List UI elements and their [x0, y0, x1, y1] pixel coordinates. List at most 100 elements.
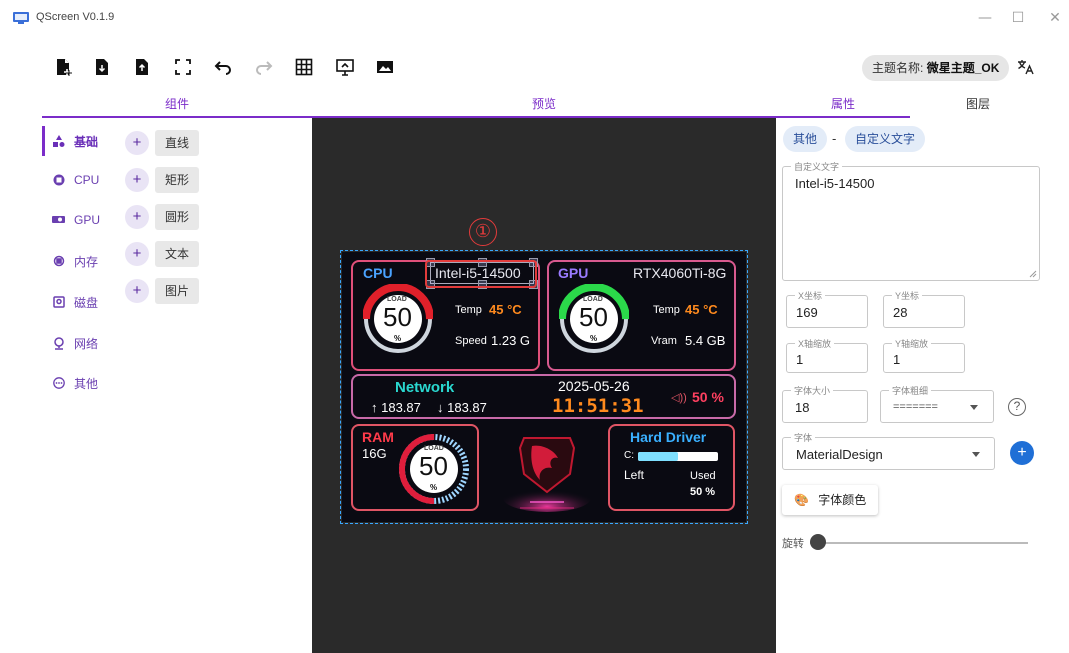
- undo-icon[interactable]: [212, 56, 234, 78]
- add-rect-button[interactable]: +: [125, 168, 149, 192]
- sidebar-item-label: 内存: [74, 254, 99, 269]
- tab-properties[interactable]: 属性: [776, 92, 910, 118]
- gpu-temp-value: 45 °C: [685, 302, 718, 317]
- chevron-down-icon: [970, 405, 978, 410]
- y-legend: Y坐标: [892, 289, 923, 302]
- volume-icon: ◁)): [671, 392, 687, 404]
- cpu-load-unit: %: [394, 334, 402, 343]
- cpu-title: CPU: [363, 265, 393, 281]
- gpu-title: GPU: [558, 265, 589, 281]
- chip-other[interactable]: 其他: [783, 126, 828, 152]
- y-coordinate-field[interactable]: Y坐标 28: [883, 289, 965, 328]
- app-window: QScreen V0.1.9 — ☐ ✕ 主题名称: 微星主题_OK 组件 预览…: [0, 0, 1069, 653]
- font-legend: 字体: [791, 431, 816, 444]
- disk-drive-label: C:: [624, 450, 634, 461]
- ram-card[interactable]: RAM 16G LOAD 50 %: [351, 424, 479, 511]
- sidebar-item-label: 其他: [74, 376, 99, 391]
- tab-preview[interactable]: 预览: [312, 92, 776, 118]
- gpu-vram-label: Vram: [651, 335, 677, 347]
- y-scale-value: 1: [893, 352, 901, 367]
- network-title: Network: [395, 379, 455, 396]
- add-line-button[interactable]: +: [125, 131, 149, 155]
- import-icon[interactable]: [91, 56, 113, 78]
- maximize-button[interactable]: ☐: [1008, 9, 1028, 27]
- annotation-box-1: [425, 260, 537, 288]
- chip-custom-text[interactable]: 自定义文字: [845, 126, 926, 152]
- sidebar-item-other[interactable]: 其他: [42, 368, 112, 398]
- translate-icon[interactable]: [1016, 58, 1040, 78]
- add-text-button[interactable]: +: [125, 242, 149, 266]
- font-color-button[interactable]: 🎨 字体颜色: [782, 485, 879, 515]
- component-line[interactable]: 直线: [155, 130, 200, 156]
- volume-value: 50 %: [692, 389, 724, 405]
- network-card[interactable]: Network ↑ 183.87 ↓ 183.87 2025-05-26 11:…: [351, 374, 736, 419]
- component-circle[interactable]: 圆形: [155, 204, 200, 230]
- add-font-button[interactable]: +: [1010, 441, 1034, 465]
- shapes-icon: [52, 134, 66, 148]
- ram-load-value: 50: [419, 451, 448, 481]
- font-family-value: MaterialDesign: [796, 447, 883, 462]
- component-text[interactable]: 文本: [155, 241, 200, 267]
- disk-used-label: Used: [690, 470, 716, 482]
- component-image[interactable]: 图片: [155, 278, 200, 304]
- toolbar: 主题名称: 微星主题_OK: [40, 48, 1050, 86]
- date-text: 2025-05-26: [558, 378, 630, 394]
- y-scale-field[interactable]: Y轴缩放 1: [883, 337, 965, 373]
- monitor-icon[interactable]: [334, 56, 356, 78]
- component-rect[interactable]: 矩形: [155, 167, 200, 193]
- rotate-slider-track[interactable]: [810, 542, 1028, 544]
- ram-size: 16G: [362, 446, 387, 461]
- sidebar-item-disk[interactable]: 磁盘: [42, 287, 112, 317]
- rotate-slider-thumb[interactable]: [810, 534, 826, 550]
- disk-icon: [52, 295, 66, 309]
- new-file-icon[interactable]: [52, 56, 74, 78]
- sidebar-item-network[interactable]: 网络: [42, 328, 112, 358]
- cpu-icon: [52, 173, 66, 187]
- main-tabs: 组件 预览 属性 图层: [42, 92, 1046, 118]
- disk-left-label: Left: [624, 468, 645, 482]
- components-panel: 基础 CPU GPU 内存 磁盘 网络 其他 + 直线 + 矩形 + 圆形 + …: [42, 118, 312, 653]
- sidebar-item-cpu[interactable]: CPU: [42, 165, 112, 195]
- help-icon[interactable]: ?: [1008, 398, 1026, 416]
- rotate-label: 旋转: [782, 538, 804, 550]
- redo-icon[interactable]: [253, 56, 275, 78]
- theme-name: 微星主题_OK: [926, 61, 1000, 75]
- x-value: 169: [796, 305, 818, 320]
- x-coordinate-field[interactable]: X坐标 169: [786, 289, 868, 328]
- tab-components[interactable]: 组件: [42, 92, 312, 118]
- sidebar-item-label: GPU: [74, 213, 101, 227]
- y-value: 28: [893, 305, 908, 320]
- add-image-button[interactable]: +: [125, 279, 149, 303]
- export-icon[interactable]: [131, 56, 153, 78]
- screen-canvas[interactable]: CPU Intel-i5-14500 LOAD 50 % Temp 45 °C …: [340, 250, 748, 524]
- x-scale-field[interactable]: X轴缩放 1: [786, 337, 868, 373]
- font-weight-select[interactable]: 字体粗细 =======: [880, 384, 994, 423]
- theme-name-chip[interactable]: 主题名称: 微星主题_OK: [862, 55, 1010, 81]
- font-size-field[interactable]: 字体大小 18: [782, 384, 868, 423]
- grid-icon[interactable]: [293, 56, 315, 78]
- more-icon: [52, 376, 66, 390]
- font-size-legend: 字体大小: [791, 384, 834, 397]
- image-icon[interactable]: [374, 56, 396, 78]
- gpu-card[interactable]: GPU RTX4060Ti-8G LOAD 50 % Temp 45 °C Vr…: [547, 260, 736, 371]
- window-title: QScreen V0.1.9: [36, 11, 115, 23]
- disk-card[interactable]: Hard Driver C: Left Used 50 %: [608, 424, 735, 511]
- title-bar: QScreen V0.1.9 — ☐ ✕: [0, 0, 1069, 36]
- resize-grip-icon[interactable]: [1029, 270, 1037, 278]
- fullscreen-icon[interactable]: [172, 56, 194, 78]
- minimize-button[interactable]: —: [975, 9, 995, 27]
- custom-text-field[interactable]: 自定义文字 Intel-i5-14500: [782, 160, 1040, 281]
- x-legend: X坐标: [795, 289, 826, 302]
- sidebar-item-memory[interactable]: 内存: [42, 246, 112, 276]
- add-circle-button[interactable]: +: [125, 205, 149, 229]
- msi-dragon-logo: [503, 437, 591, 512]
- annotation-marker-1: ①: [469, 218, 497, 246]
- gpu-vram-value: 5.4 GB: [685, 333, 726, 348]
- tab-layers[interactable]: 图层: [910, 92, 1046, 118]
- sidebar-item-gpu[interactable]: GPU: [42, 205, 112, 235]
- font-family-select[interactable]: 字体 MaterialDesign: [782, 431, 995, 470]
- sidebar-item-basic[interactable]: 基础: [42, 126, 112, 156]
- close-button[interactable]: ✕: [1045, 9, 1065, 27]
- disk-used-value: 50 %: [690, 486, 716, 498]
- disk-title: Hard Driver: [630, 429, 707, 445]
